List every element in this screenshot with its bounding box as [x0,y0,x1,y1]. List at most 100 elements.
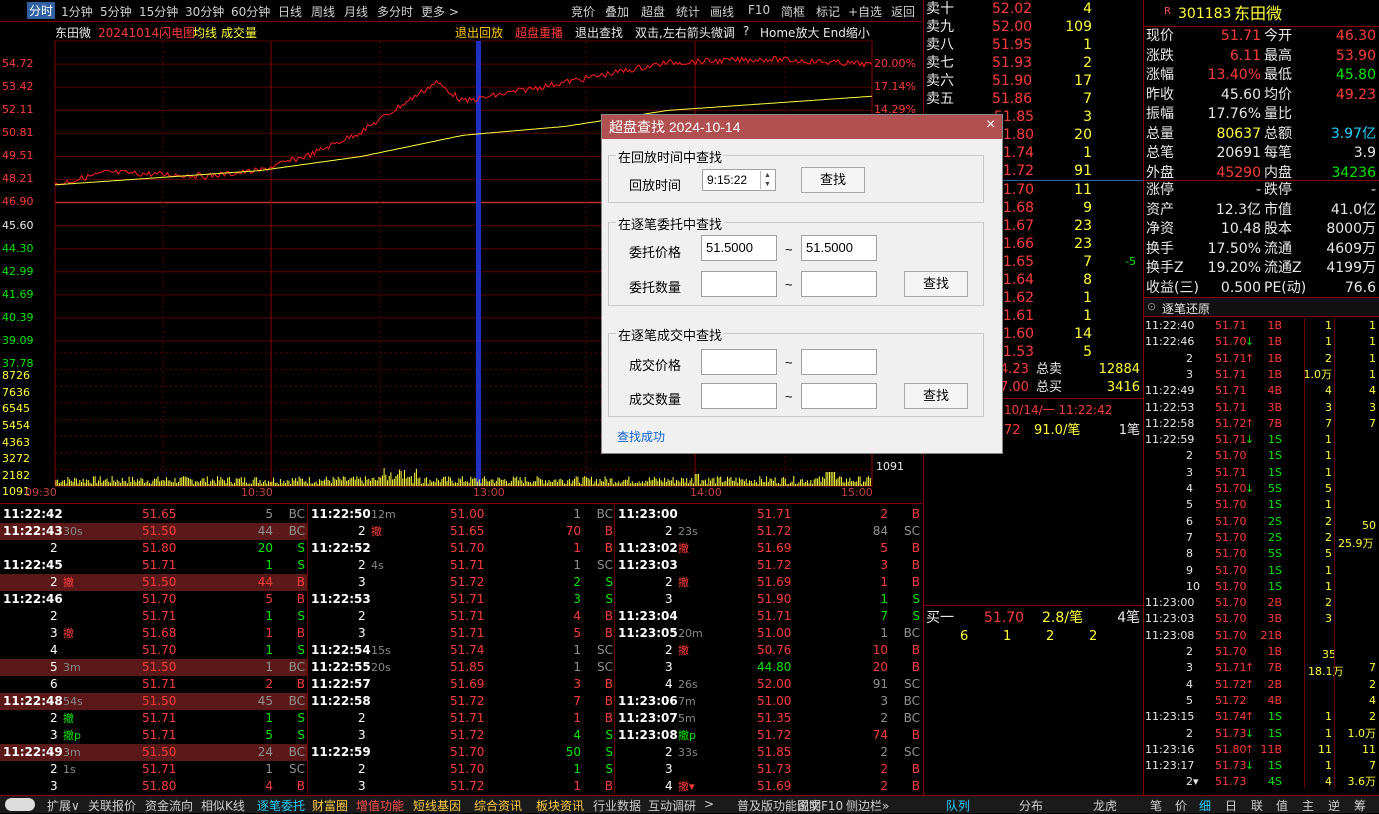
tab-multi-intraday[interactable]: 多分时 [377,3,413,20]
deal-price-from-input[interactable] [701,349,777,375]
order-row[interactable]: 2 33s 51.85 2 SC [615,744,922,761]
exit-replay-button[interactable]: 退出回放 [455,24,503,41]
order-row[interactable]: 3 51.71 5 B [308,625,615,642]
order-row[interactable]: 11:22:42 51.65 5 BC [0,506,307,523]
order-row[interactable]: 11:22:58 51.72 7 B [308,693,615,710]
toolbar-item[interactable]: 值 [1276,797,1288,814]
tick-row[interactable]: 11:23:16 51.80 ↑ 11B 11 11 [1144,742,1379,758]
order-row[interactable]: 2 撤 51.71 1 S [0,710,307,727]
order-row[interactable]: 11:23:07 5m 51.35 2 BC [615,710,922,727]
order-row[interactable]: 3 51.72 1 B [308,778,615,795]
toolbar-item[interactable]: 队列 [946,797,970,814]
tick-row[interactable]: 2 51.70 1S 1 [1144,448,1379,464]
tab-60min[interactable]: 60分钟 [231,3,270,20]
toolbar-item[interactable]: 逐笔委托 [257,797,305,814]
tick-row[interactable]: 10 51.70 1S 1 [1144,579,1379,595]
ask-row[interactable]: 卖八 51.95 1 [924,36,1144,54]
find-time-button[interactable]: 查找 [801,167,865,193]
order-row[interactable]: 4 26s 52.00 91 SC [615,676,922,693]
order-row[interactable]: 3 撤 51.68 1 B [0,625,307,642]
toolbar-item[interactable]: 笔 [1150,797,1162,814]
order-row[interactable]: 2 撤 50.76 10 B [615,642,922,659]
toolbar-item[interactable]: 联 [1251,797,1263,814]
deal-qty-to-input[interactable] [801,383,877,409]
order-row[interactable]: 4 51.70 1 S [0,642,307,659]
toolbar-item[interactable]: 主 [1302,797,1314,814]
tick-row[interactable]: 11:23:15 51.74 ↑ 1S 1 2 [1144,709,1379,725]
tick-row[interactable]: 11:22:40 51.71 1B 1 1 [1144,318,1379,334]
tick-row[interactable]: 2 51.71 ↑ 1B 2 1 [1144,351,1379,367]
tool-add-watchlist[interactable]: +自选 [848,3,882,20]
order-row[interactable]: 3 51.72 4 S [308,727,615,744]
order-row[interactable]: 2 51.70 1 S [308,761,615,778]
toolbar-item[interactable]: 日 [1225,797,1237,814]
replay-cursor[interactable] [476,41,481,486]
order-row[interactable]: 11:22:50 12m 51.00 1 BC [308,506,615,523]
toolbar-item[interactable]: 逆 [1328,797,1340,814]
toolbar-item[interactable]: 资金流向 [145,797,193,814]
ask-row[interactable]: 卖五 51.86 7 [924,90,1144,108]
tick-row[interactable]: 11:23:03 51.70 3B 3 [1144,611,1379,627]
tab-intraday[interactable]: 分时 [27,2,56,19]
order-row[interactable]: 2 4s 51.71 1 SC [308,557,615,574]
tick-row[interactable]: 11:22:53 51.71 3B 3 3 [1144,400,1379,416]
toolbar-item[interactable]: 综合资讯 [474,797,522,814]
order-row[interactable]: 11:22:53 51.71 3 S [308,591,615,608]
tick-row[interactable]: 5 51.72 4B 4 [1144,693,1379,709]
order-row[interactable]: 2 撤 51.50 44 B [0,574,307,591]
toolbar-item[interactable]: 相似K线 [201,797,245,814]
order-row[interactable]: 11:22:57 51.69 3 B [308,676,615,693]
order-row[interactable]: 3 51.73 2 B [615,761,922,778]
tool-mark[interactable]: 标记 [816,3,840,20]
toolbar-item[interactable]: 图文F10 [797,797,843,814]
order-row[interactable]: 11:22:43 30s 51.50 44 BC [0,523,307,540]
order-row[interactable]: 11:22:46 51.70 5 B [0,591,307,608]
tab-30min[interactable]: 30分钟 [185,3,224,20]
tab-more[interactable]: 更多 > [421,3,459,20]
find-deal-button[interactable]: 查找 [904,383,968,409]
tab-15min[interactable]: 15分钟 [139,3,178,20]
tool-stats[interactable]: 统计 [676,3,700,20]
tick-row[interactable]: 3 51.71 ↑ 7B 7 [1144,660,1379,676]
order-row[interactable]: 11:22:45 51.71 1 S [0,557,307,574]
order-row[interactable]: 2 51.71 1 S [0,608,307,625]
replay-time-input[interactable]: 9:15:22 ▲ ▼ [702,169,776,191]
tab-1min[interactable]: 1分钟 [61,3,93,20]
ask-row[interactable]: 卖七 51.93 2 [924,54,1144,72]
tick-row[interactable]: 11:22:49 51.71 4B 4 4 [1144,383,1379,399]
tick-row[interactable]: 11:22:59 51.71 ↓ 1S 1 [1144,432,1379,448]
order-row[interactable]: 11:22:48 54s 51.50 45 BC [0,693,307,710]
find-order-button[interactable]: 查找 [904,271,968,297]
tick-row[interactable]: 3 51.71 1S 1 [1144,465,1379,481]
tool-draw[interactable]: 画线 [710,3,734,20]
ask-row[interactable]: 卖十 52.02 4 [924,0,1144,18]
order-row[interactable]: 6 51.71 2 B [0,676,307,693]
tab-weekly[interactable]: 周线 [311,3,335,20]
tool-simple-frame[interactable]: 简框 [781,3,805,20]
toolbar-item[interactable]: 板块资讯 [536,797,584,814]
order-row[interactable]: 11:22:55 20s 51.85 1 SC [308,659,615,676]
tool-auction[interactable]: 竞价 [571,3,595,20]
order-row[interactable]: 11:23:05 20m 51.00 1 BC [615,625,922,642]
order-qty-from-input[interactable] [701,271,777,297]
tick-row[interactable]: 6 51.70 2S 2 [1144,514,1379,530]
tick-row[interactable]: 2 51.70 1B [1144,644,1379,660]
tick-row[interactable]: 3 51.71 1B 1.0万 1 [1144,367,1379,383]
tick-panel-header[interactable]: ⊙ 逐笔还原 [1144,297,1379,317]
order-row[interactable]: 5 3m 51.50 1 BC [0,659,307,676]
tool-overlay[interactable]: 叠加 [605,3,629,20]
tick-row[interactable]: 2▾ 51.73 4S 4 3.6万 [1144,774,1379,790]
tick-row[interactable]: 11:23:17 51.73 ↓ 1S 1 7 [1144,758,1379,774]
tick-row[interactable]: 11:22:46 51.70 ↓ 1B 1 1 [1144,334,1379,350]
order-row[interactable]: 2 23s 51.72 84 SC [615,523,922,540]
tab-5min[interactable]: 5分钟 [100,3,132,20]
collapse-icon[interactable]: ⊙ [1147,300,1156,313]
order-row[interactable]: 11:22:54 15s 51.74 1 SC [308,642,615,659]
order-row[interactable]: 11:23:03 51.72 3 B [615,557,922,574]
replay-button[interactable]: 超盘重播 [515,24,563,41]
order-row[interactable]: 2 1s 51.71 1 SC [0,761,307,778]
order-row[interactable]: 4 撤▾ 51.69 2 B [615,778,922,795]
order-row[interactable]: 3 51.90 1 S [615,591,922,608]
toolbar-item[interactable]: 分布 [1019,797,1043,814]
help-icon[interactable]: ? [743,24,749,38]
